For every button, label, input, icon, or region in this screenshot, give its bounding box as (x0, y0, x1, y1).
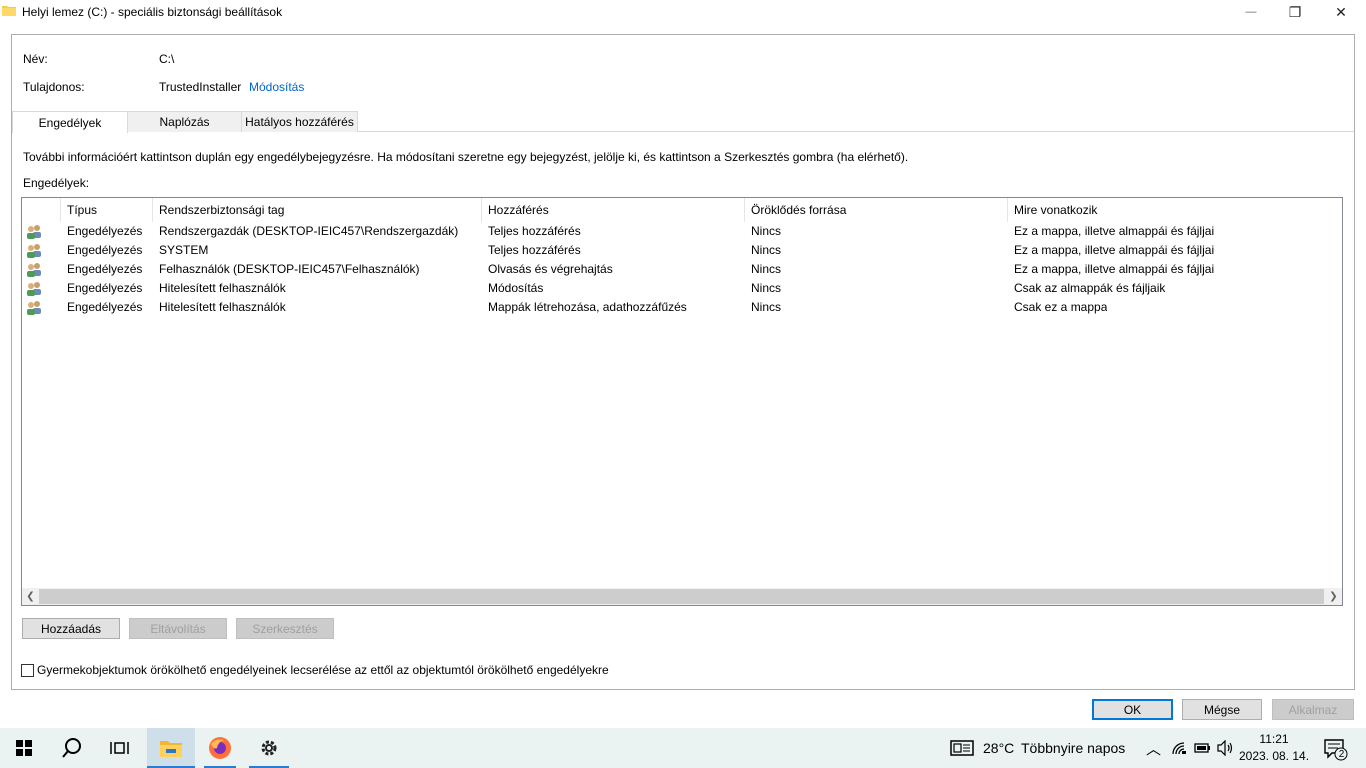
cell-principal: SYSTEM (159, 243, 209, 257)
scroll-right-icon[interactable]: ❯ (1325, 588, 1342, 605)
users-icon (27, 301, 41, 315)
cell-access: Olvasás és végrehajtás (488, 262, 613, 276)
table-row[interactable]: Engedélyezés Hitelesített felhasználók M… (22, 298, 1342, 317)
cell-applies: Ez a mappa, illetve almappái és fájljai (1014, 243, 1215, 257)
name-label: Név: (23, 52, 48, 66)
cell-type: Engedélyezés (67, 243, 143, 257)
cell-principal: Rendszergazdák (DESKTOP-IEIC457\Rendszer… (159, 224, 459, 238)
column-header-type[interactable]: Típus (61, 198, 153, 222)
windows-icon (16, 740, 32, 756)
list-header: Típus Rendszerbiztonsági tag Hozzáférés … (22, 198, 1342, 222)
name-value: C:\ (159, 52, 175, 66)
scrollbar-thumb[interactable] (39, 589, 1324, 604)
clock[interactable]: 11:21 2023. 08. 14. (1238, 731, 1310, 765)
owner-label: Tulajdonos: (23, 80, 85, 94)
table-row[interactable]: Engedélyezés Rendszergazdák (DESKTOP-IEI… (22, 222, 1342, 241)
permissions-label: Engedélyek: (23, 176, 90, 190)
instructions-text: További információért kattintson duplán … (23, 150, 909, 164)
column-header-access[interactable]: Hozzáférés (482, 198, 745, 222)
gear-icon (261, 740, 277, 756)
cell-type: Engedélyezés (67, 281, 143, 295)
edit-button[interactable]: Szerkesztés (236, 618, 334, 639)
clock-time: 11:21 (1259, 732, 1289, 746)
table-row[interactable]: Engedélyezés SYSTEM Teljes hozzáférés Ni… (22, 241, 1342, 260)
cell-inherited: Nincs (751, 243, 782, 257)
file-explorer-button[interactable] (147, 728, 195, 768)
change-owner-link[interactable]: Módosítás (249, 80, 304, 94)
battery-icon[interactable] (1194, 741, 1212, 755)
firefox-icon (209, 737, 231, 759)
ok-button[interactable]: OK (1092, 699, 1173, 720)
horizontal-scrollbar[interactable]: ❮ ❯ (22, 588, 1342, 605)
column-header-icon[interactable] (22, 198, 61, 222)
search-button[interactable] (48, 728, 96, 768)
close-button[interactable]: ✕ (1318, 0, 1364, 24)
add-button[interactable]: Hozzáadás (22, 618, 120, 639)
weather-temperature[interactable]: 28°C (983, 740, 1014, 756)
cell-inherited: Nincs (751, 300, 782, 314)
column-header-principal[interactable]: Rendszerbiztonsági tag (153, 198, 482, 222)
cell-principal: Hitelesített felhasználók (159, 300, 286, 314)
column-header-inherited[interactable]: Öröklődés forrása (745, 198, 1008, 222)
users-icon (27, 263, 41, 277)
cell-inherited: Nincs (751, 224, 782, 238)
task-view-icon (110, 742, 129, 754)
cell-type: Engedélyezés (67, 224, 143, 238)
task-view-button[interactable] (96, 728, 144, 768)
replace-permissions-label: Gyermekobjektumok örökölhető engedélyein… (37, 663, 609, 677)
users-icon (27, 225, 41, 239)
table-row[interactable]: Engedélyezés Felhasználók (DESKTOP-IEIC4… (22, 260, 1342, 279)
owner-value: TrustedInstaller (159, 80, 242, 94)
tab-permissions[interactable]: Engedélyek (12, 111, 128, 133)
table-row[interactable]: Engedélyezés Hitelesített felhasználók M… (22, 279, 1342, 298)
cell-applies: Csak ez a mappa (1014, 300, 1108, 314)
column-header-applies[interactable]: Mire vonatkozik (1008, 198, 1342, 222)
cell-access: Módosítás (488, 281, 544, 295)
cell-access: Mappák létrehozása, adathozzáfűzés (488, 300, 687, 314)
weather-description[interactable]: Többnyire napos (1021, 740, 1125, 756)
cell-access: Teljes hozzáférés (488, 243, 581, 257)
title-bar: Helyi lemez (C:) - speciális biztonsági … (0, 0, 1366, 24)
minimize-button[interactable]: — (1228, 0, 1274, 24)
cell-inherited: Nincs (751, 262, 782, 276)
cell-applies: Csak az almappák és fájljaik (1014, 281, 1166, 295)
cell-applies: Ez a mappa, illetve almappái és fájljai (1014, 224, 1215, 238)
cell-principal: Felhasználók (DESKTOP-IEIC457\Felhasznál… (159, 262, 420, 276)
weather-news-icon[interactable] (950, 740, 974, 756)
scroll-left-icon[interactable]: ❮ (22, 588, 39, 605)
cancel-button[interactable]: Mégse (1182, 699, 1262, 720)
start-button[interactable] (0, 728, 48, 768)
window-title: Helyi lemez (C:) - speciális biztonsági … (22, 5, 283, 19)
users-icon (27, 244, 41, 258)
show-hidden-icons-icon[interactable]: ︿ (1146, 738, 1161, 759)
maximize-button[interactable]: ❐ (1272, 0, 1318, 24)
settings-button[interactable] (245, 728, 293, 768)
cell-type: Engedélyezés (67, 262, 143, 276)
users-icon (27, 282, 41, 296)
cell-inherited: Nincs (751, 281, 782, 295)
folder-icon (160, 741, 182, 757)
notification-count: 2 (1338, 749, 1345, 760)
tab-effective-access[interactable]: Hatályos hozzáférés (241, 111, 358, 132)
cell-principal: Hitelesített felhasználók (159, 281, 286, 295)
tab-auditing[interactable]: Naplózás (127, 111, 242, 132)
clock-date: 2023. 08. 14. (1238, 749, 1310, 763)
network-icon[interactable] (1171, 741, 1187, 755)
volume-icon[interactable] (1217, 740, 1235, 756)
replace-permissions-checkbox[interactable] (21, 664, 34, 677)
cell-type: Engedélyezés (67, 300, 143, 314)
folder-icon (2, 6, 16, 16)
apply-button[interactable]: Alkalmaz (1272, 699, 1354, 720)
search-icon (62, 738, 81, 758)
taskbar: 28°C Többnyire napos ︿ 2 (0, 728, 1366, 768)
remove-button[interactable]: Eltávolítás (129, 618, 227, 639)
firefox-button[interactable] (196, 728, 244, 768)
cell-access: Teljes hozzáférés (488, 224, 581, 238)
cell-applies: Ez a mappa, illetve almappái és fájljai (1014, 262, 1215, 276)
permissions-list[interactable]: Típus Rendszerbiztonsági tag Hozzáférés … (21, 197, 1343, 606)
